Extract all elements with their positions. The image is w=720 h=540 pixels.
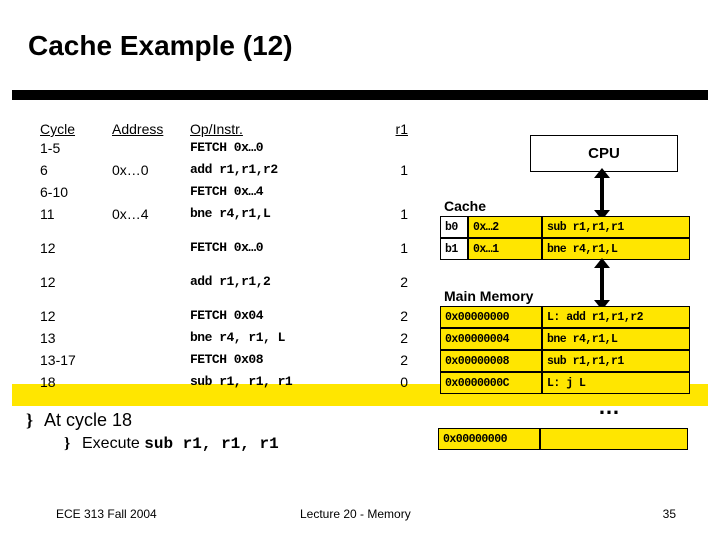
mem-row3-instr: L: j L: [542, 372, 690, 394]
trace-cell: 0x…0: [112, 162, 182, 184]
trace-cell: 13-17: [40, 352, 100, 374]
arrow-cpu-cache: [600, 172, 604, 214]
trace-cell: add r1,r1,r2: [190, 162, 380, 184]
trace-cell: 13: [40, 330, 100, 352]
trace-cell: [112, 240, 182, 262]
cache-row0-tag: b0: [440, 216, 468, 238]
bullet1-text: At cycle 18: [44, 410, 132, 430]
trace-cell: [112, 352, 182, 374]
memory-label: Main Memory: [444, 288, 533, 304]
trace-cell: FETCH 0x08: [190, 352, 380, 374]
cache-row1-tag: b1: [440, 238, 468, 260]
trace-cell: 12: [40, 240, 100, 262]
trace-cell: 18: [40, 374, 100, 396]
mem-row2-addr: 0x00000008: [440, 350, 542, 372]
trace-cell: [112, 308, 182, 330]
trace-cell: bne r4,r1,L: [190, 206, 380, 228]
trace-cell: 2: [384, 330, 408, 352]
bullet-icon: }: [26, 410, 44, 431]
bullet-block: }At cycle 18 }Execute sub r1, r1, r1: [26, 410, 279, 453]
trace-cell: [112, 140, 182, 162]
mem-row1-addr: 0x00000004: [440, 328, 542, 350]
trace-cell: 12: [40, 274, 100, 296]
trace-hdr-cycle: Cycle: [40, 118, 100, 140]
bullet2-prefix: Execute: [82, 435, 144, 452]
trace-cell: add r1,r1,2: [190, 274, 380, 296]
trace-cell: [112, 330, 182, 352]
trace-cell: FETCH 0x04: [190, 308, 380, 330]
trace-cell: [384, 184, 408, 206]
trace-cell: 1: [384, 162, 408, 184]
arrow-cache-mem: [600, 262, 604, 304]
trace-cell: FETCH 0x…0: [190, 140, 380, 162]
trace-cell: [112, 374, 182, 396]
trace-cell: 6: [40, 162, 100, 184]
trace-cell: 6-10: [40, 184, 100, 206]
cache-label: Cache: [444, 198, 486, 214]
trace-cell: bne r4, r1, L: [190, 330, 380, 352]
cache-row1-instr: bne r4,r1,L: [542, 238, 690, 260]
trace-cell: 12: [40, 308, 100, 330]
title-rule: [12, 90, 708, 100]
mem-row1-instr: bne r4,r1,L: [542, 328, 690, 350]
mem-data-addr: 0x00000000: [438, 428, 540, 450]
trace-cell: 0: [384, 374, 408, 396]
trace-cell: 1: [384, 240, 408, 262]
trace-cell: 11: [40, 206, 100, 228]
trace-hdr-op: Op/Instr.: [190, 118, 380, 140]
trace-hdr-addr: Address: [112, 118, 182, 140]
trace-cell: 0x…4: [112, 206, 182, 228]
footer-mid: Lecture 20 - Memory: [300, 507, 411, 521]
cpu-box: CPU: [530, 135, 678, 172]
mem-data-val: [540, 428, 688, 450]
trace-cell: [112, 274, 182, 296]
slide-title: Cache Example (12): [28, 30, 293, 62]
mem-row2-instr: sub r1,r1,r1: [542, 350, 690, 372]
arrow-head-up2: [594, 258, 610, 268]
bullet-icon: }: [64, 435, 82, 453]
arrow-head-up: [594, 168, 610, 178]
trace-cell: FETCH 0x…0: [190, 240, 380, 262]
trace-cell: [384, 140, 408, 162]
trace-cell: sub r1, r1, r1: [190, 374, 380, 396]
trace-cell: [112, 184, 182, 206]
trace-cell: 1-5: [40, 140, 100, 162]
trace-cell: 2: [384, 274, 408, 296]
trace-cell: 2: [384, 308, 408, 330]
mem-row3-addr: 0x0000000C: [440, 372, 542, 394]
cache-row0-addr: 0x…2: [468, 216, 542, 238]
footer-right: 35: [663, 507, 676, 521]
mem-row0-addr: 0x00000000: [440, 306, 542, 328]
footer-left: ECE 313 Fall 2004: [56, 507, 157, 521]
bullet2-code: sub r1, r1, r1: [144, 435, 278, 453]
memory-ellipsis: …: [598, 394, 624, 420]
cache-row0-instr: sub r1,r1,r1: [542, 216, 690, 238]
cache-row1-addr: 0x…1: [468, 238, 542, 260]
trace-cell: FETCH 0x…4: [190, 184, 380, 206]
trace-cell: 2: [384, 352, 408, 374]
mem-row0-instr: L: add r1,r1,r2: [542, 306, 690, 328]
trace-hdr-r1: r1: [384, 118, 408, 140]
trace-cell: 1: [384, 206, 408, 228]
